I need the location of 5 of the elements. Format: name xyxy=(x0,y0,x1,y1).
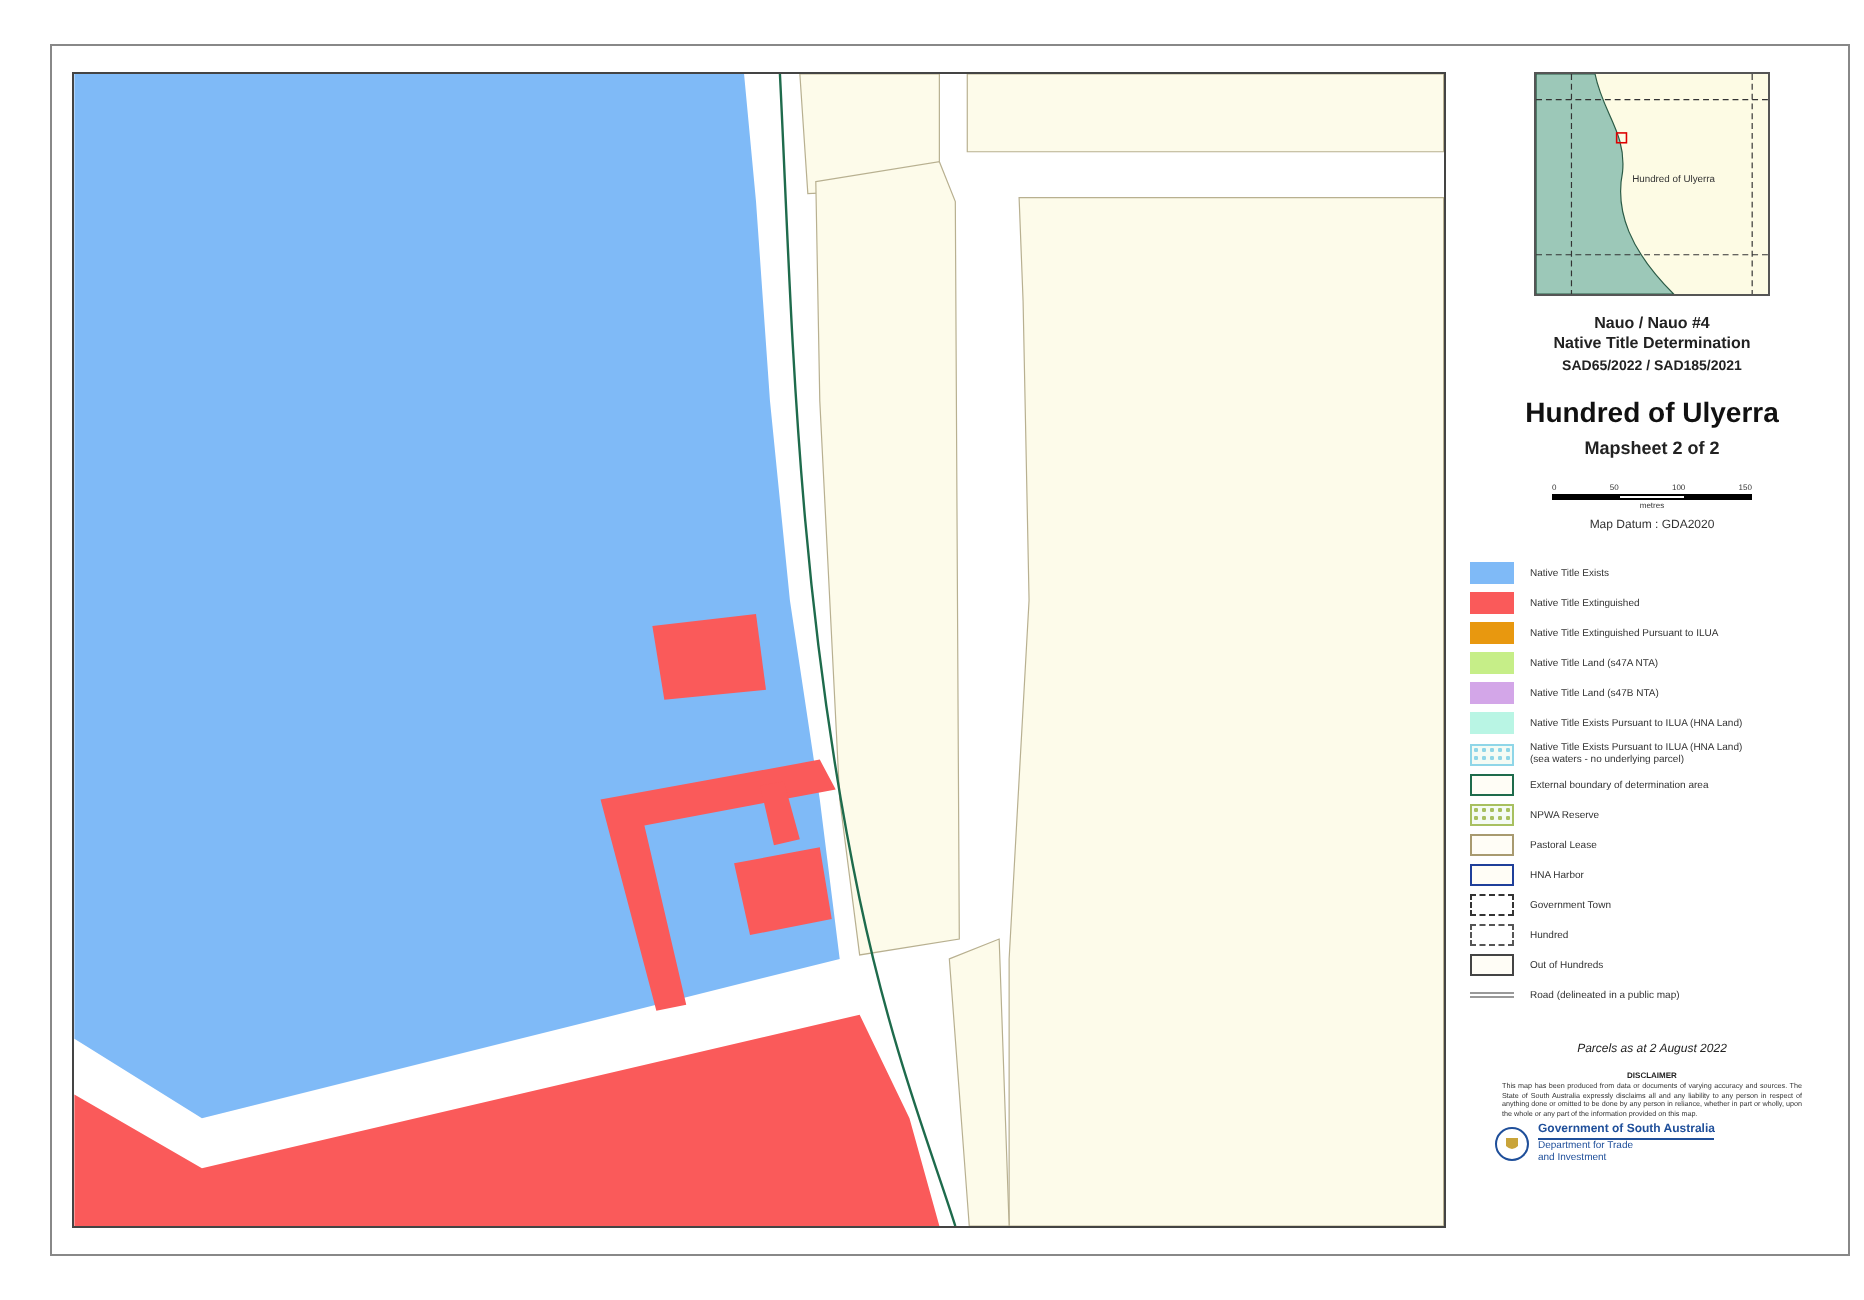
coat-of-arms-icon xyxy=(1494,1126,1530,1162)
project-title: Nauo / Nauo #4 xyxy=(1594,314,1710,334)
determination-title: Native Title Determination xyxy=(1553,334,1751,354)
hundred-title: Hundred of Ulyerra xyxy=(1525,395,1779,427)
mapsheet-title: Mapsheet 2 of 2 xyxy=(1584,435,1720,462)
